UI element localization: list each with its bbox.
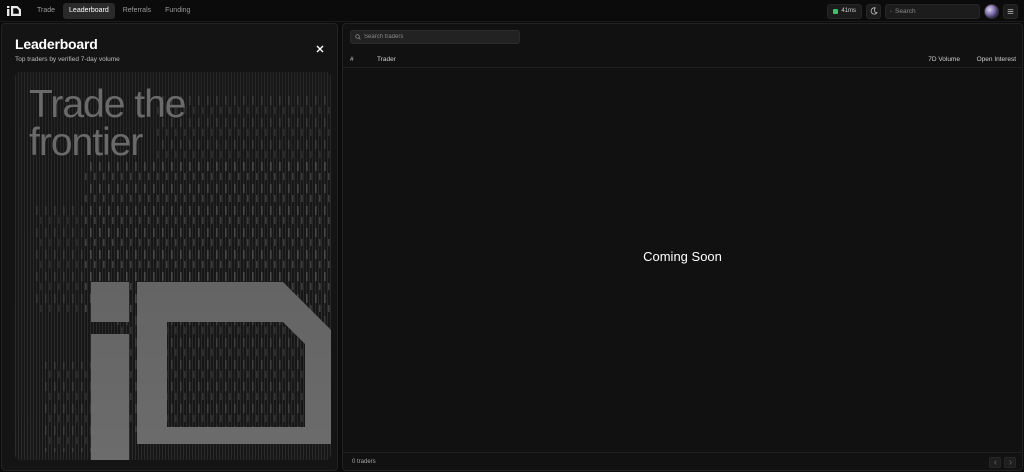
promo-banner: Trade the frontier xyxy=(15,72,331,460)
search-icon xyxy=(355,34,361,40)
latency-indicator[interactable]: 41ms xyxy=(827,3,862,19)
hamburger-menu-icon xyxy=(1007,8,1014,14)
search-icon xyxy=(890,10,892,12)
leaderboard-info-panel: Leaderboard Top traders by verified 7-da… xyxy=(1,23,338,471)
next-page-button[interactable] xyxy=(1004,457,1016,468)
menu-button[interactable] xyxy=(1003,3,1018,19)
pagination xyxy=(989,457,1016,468)
table-footer: 0 traders xyxy=(343,452,1022,470)
nav-tab-leaderboard[interactable]: Leaderboard xyxy=(63,3,115,19)
close-icon[interactable] xyxy=(315,44,325,54)
top-navigation-bar: Trade Leaderboard Referrals Funding 41ms xyxy=(0,0,1024,22)
header-tools: 41ms xyxy=(827,3,1018,19)
column-header-rank[interactable]: # xyxy=(350,56,354,63)
promo-headline: Trade the frontier xyxy=(29,83,186,164)
empty-state-message: Coming Soon xyxy=(643,249,722,264)
promo-line-2: frontier xyxy=(29,121,143,164)
chevron-right-icon xyxy=(1008,460,1012,465)
leaderboard-title: Leaderboard xyxy=(15,36,98,52)
trader-count: 0 traders xyxy=(352,459,376,465)
column-header-7d-volume[interactable]: 7D Volume xyxy=(928,56,960,63)
io-logo-icon[interactable] xyxy=(6,3,22,19)
column-header-open-interest[interactable]: Open Interest xyxy=(977,56,1016,63)
trader-search-input[interactable] xyxy=(364,34,514,40)
main-nav: Trade Leaderboard Referrals Funding xyxy=(31,3,196,19)
global-search xyxy=(885,3,980,19)
chevron-left-icon xyxy=(993,460,997,465)
latency-value: 41ms xyxy=(841,8,856,14)
nav-tab-referrals[interactable]: Referrals xyxy=(117,3,157,19)
user-avatar[interactable] xyxy=(984,3,999,19)
previous-page-button[interactable] xyxy=(989,457,1001,468)
column-header-trader[interactable]: Trader xyxy=(377,56,396,63)
status-dot-icon xyxy=(833,8,839,14)
trader-search xyxy=(350,30,520,44)
nav-tab-trade[interactable]: Trade xyxy=(31,3,61,19)
theme-toggle-button[interactable] xyxy=(866,3,881,19)
promo-line-1: Trade the xyxy=(29,83,186,126)
moon-icon xyxy=(870,7,878,15)
table-header: # Trader 7D Volume Open Interest xyxy=(343,53,1022,68)
global-search-input[interactable] xyxy=(895,7,975,15)
leaderboard-table-panel: # Trader 7D Volume Open Interest Coming … xyxy=(342,23,1023,471)
nav-tab-funding[interactable]: Funding xyxy=(159,3,196,19)
leaderboard-subtitle: Top traders by verified 7-day volume xyxy=(15,56,120,63)
